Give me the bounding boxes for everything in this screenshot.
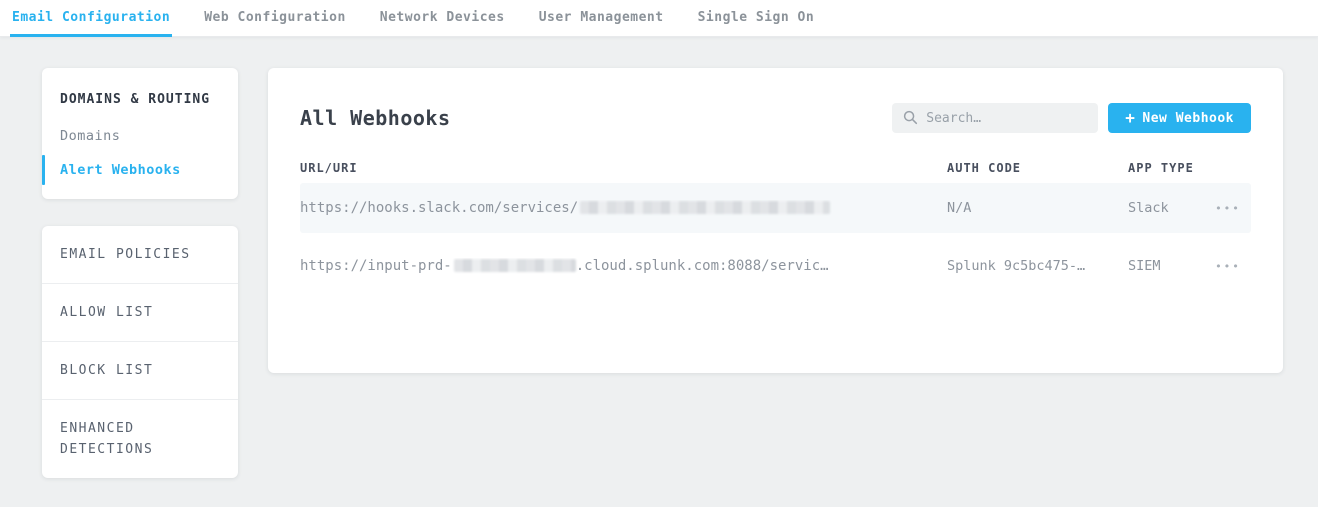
page-title: All Webhooks bbox=[300, 106, 451, 130]
plus-icon: + bbox=[1125, 110, 1135, 126]
sidebar-domains-routing-card: DOMAINS & ROUTING Domains Alert Webhooks bbox=[42, 68, 238, 199]
tab-email-configuration[interactable]: Email Configuration bbox=[10, 0, 172, 37]
sidebar-policies-card: EMAIL POLICIES ALLOW LIST BLOCK LIST ENH… bbox=[42, 226, 238, 478]
tab-web-configuration[interactable]: Web Configuration bbox=[202, 0, 348, 37]
table-row[interactable]: https://input-prd-.cloud.splunk.com:8088… bbox=[300, 241, 1251, 291]
sidebar-item-allow-list[interactable]: ALLOW LIST bbox=[42, 284, 238, 342]
row-actions-menu-icon[interactable]: ••• bbox=[1205, 198, 1251, 219]
redacted-url-segment bbox=[580, 201, 830, 214]
redacted-url-segment bbox=[454, 259, 576, 272]
webhook-auth-code: N/A bbox=[947, 200, 1128, 216]
webhook-url: https://hooks.slack.com/services/ bbox=[300, 200, 947, 216]
sidebar-item-alert-webhooks[interactable]: Alert Webhooks bbox=[42, 153, 238, 187]
panel-header: All Webhooks + New Webhook bbox=[300, 103, 1251, 133]
webhook-auth-code: Splunk 9c5bc475-… bbox=[947, 258, 1128, 274]
tab-user-management[interactable]: User Management bbox=[537, 0, 666, 37]
column-header-auth-code: AUTH CODE bbox=[947, 161, 1128, 175]
webhook-app-type: Slack bbox=[1128, 200, 1205, 216]
sidebar-item-domains[interactable]: Domains bbox=[42, 119, 238, 153]
sidebar-item-enhanced-detections[interactable]: ENHANCED DETECTIONS bbox=[42, 400, 238, 478]
table-header-row: URL/URI AUTH CODE APP TYPE bbox=[300, 161, 1251, 175]
tab-single-sign-on[interactable]: Single Sign On bbox=[696, 0, 817, 37]
webhook-app-type: SIEM bbox=[1128, 258, 1205, 274]
page: Email Configuration Web Configuration Ne… bbox=[0, 0, 1318, 507]
new-webhook-button-label: New Webhook bbox=[1142, 111, 1234, 126]
sidebar-group-heading: DOMAINS & ROUTING bbox=[42, 80, 238, 119]
tab-network-devices[interactable]: Network Devices bbox=[378, 0, 507, 37]
row-actions-menu-icon[interactable]: ••• bbox=[1205, 256, 1251, 277]
top-tab-bar: Email Configuration Web Configuration Ne… bbox=[0, 0, 1318, 37]
webhooks-panel: All Webhooks + New Webhook URL/URI AUTH … bbox=[268, 68, 1283, 373]
header-actions: + New Webhook bbox=[892, 103, 1251, 133]
search-box bbox=[892, 103, 1098, 133]
new-webhook-button[interactable]: + New Webhook bbox=[1108, 103, 1251, 133]
sidebar-item-block-list[interactable]: BLOCK LIST bbox=[42, 342, 238, 400]
column-header-app-type: APP TYPE bbox=[1128, 161, 1205, 175]
sidebar-item-email-policies[interactable]: EMAIL POLICIES bbox=[42, 226, 238, 284]
table-row[interactable]: https://hooks.slack.com/services/ N/A Sl… bbox=[300, 183, 1251, 233]
column-header-url: URL/URI bbox=[300, 161, 947, 175]
search-input[interactable] bbox=[892, 103, 1098, 133]
webhook-url: https://input-prd-.cloud.splunk.com:8088… bbox=[300, 258, 947, 274]
